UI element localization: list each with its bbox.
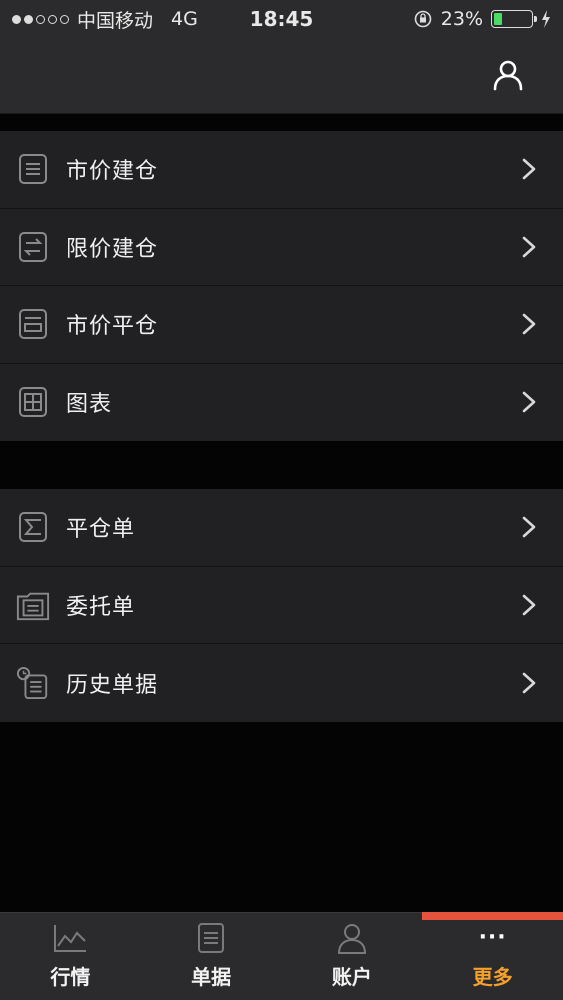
- menu-item-label: 历史单据: [66, 672, 159, 698]
- tab-market[interactable]: 行情: [0, 913, 141, 1000]
- tab-label: 行情: [50, 965, 91, 989]
- grid-icon: [16, 385, 50, 419]
- chevron-right-icon: [522, 391, 536, 413]
- tab-bar: 行情 单据 账户 ··· 更多: [0, 912, 563, 1000]
- tray-icon: [16, 307, 50, 341]
- list-doc-icon: [16, 152, 50, 186]
- menu-item-market-open[interactable]: 市价建仓: [0, 131, 563, 209]
- charging-bolt-icon: [542, 10, 550, 28]
- tab-account[interactable]: 账户: [282, 913, 423, 1000]
- menu-item-label: 图表: [66, 392, 113, 418]
- chevron-right-icon: [522, 594, 536, 616]
- orientation-lock-icon: [414, 10, 432, 28]
- tab-more[interactable]: ··· 更多: [422, 912, 563, 1000]
- menu-item-label: 限价建仓: [66, 236, 159, 262]
- user-icon[interactable]: [491, 58, 525, 92]
- chevron-right-icon: [522, 236, 536, 258]
- battery-icon: [491, 10, 537, 28]
- tab-label: 更多: [472, 965, 513, 989]
- tab-label: 单据: [191, 965, 232, 989]
- menu-item-label: 市价平仓: [66, 314, 159, 340]
- menu-item-label: 平仓单: [66, 517, 136, 543]
- carrier-name: 中国移动: [77, 9, 154, 32]
- menu-item-pending-orders[interactable]: 委托单: [0, 567, 563, 644]
- menu-item-closed-orders[interactable]: 平仓单: [0, 489, 563, 567]
- tab-label: 账户: [331, 965, 372, 989]
- menu-item-history-orders[interactable]: 历史单据: [0, 644, 563, 722]
- network-type: 4G: [171, 8, 198, 30]
- menu-item-limit-open[interactable]: 限价建仓: [0, 209, 563, 286]
- menu-item-market-close[interactable]: 市价平仓: [0, 286, 563, 364]
- menu-group-orders: 平仓单 委托单 历史单据: [0, 489, 563, 722]
- menu-group-trading: 市价建仓 限价建仓 市价平仓 图表: [0, 131, 563, 441]
- document-icon: [193, 921, 229, 955]
- signal-strength-icon: [12, 14, 69, 24]
- close-order-icon: [16, 510, 50, 544]
- chevron-right-icon: [522, 313, 536, 335]
- more-dots-icon: ···: [478, 925, 507, 950]
- chevron-right-icon: [522, 672, 536, 694]
- status-left: 中国移动 4G: [12, 6, 413, 33]
- chevron-right-icon: [522, 516, 536, 538]
- status-bar: 中国移动 4G 18:45 23%: [0, 0, 563, 38]
- history-doc-icon: [16, 666, 50, 700]
- menu-item-chart[interactable]: 图表: [0, 364, 563, 442]
- account-icon: [334, 921, 370, 955]
- menu-item-label: 市价建仓: [66, 159, 159, 185]
- battery-percent: 23%: [440, 8, 483, 30]
- swap-arrows-icon: [16, 230, 50, 264]
- folder-doc-icon: [16, 588, 50, 622]
- menu-item-label: 委托单: [66, 594, 136, 620]
- chart-line-icon: [52, 921, 88, 955]
- nav-bar: [0, 38, 563, 114]
- tab-orders[interactable]: 单据: [141, 913, 282, 1000]
- status-right: 23%: [413, 8, 551, 30]
- chevron-right-icon: [522, 158, 536, 180]
